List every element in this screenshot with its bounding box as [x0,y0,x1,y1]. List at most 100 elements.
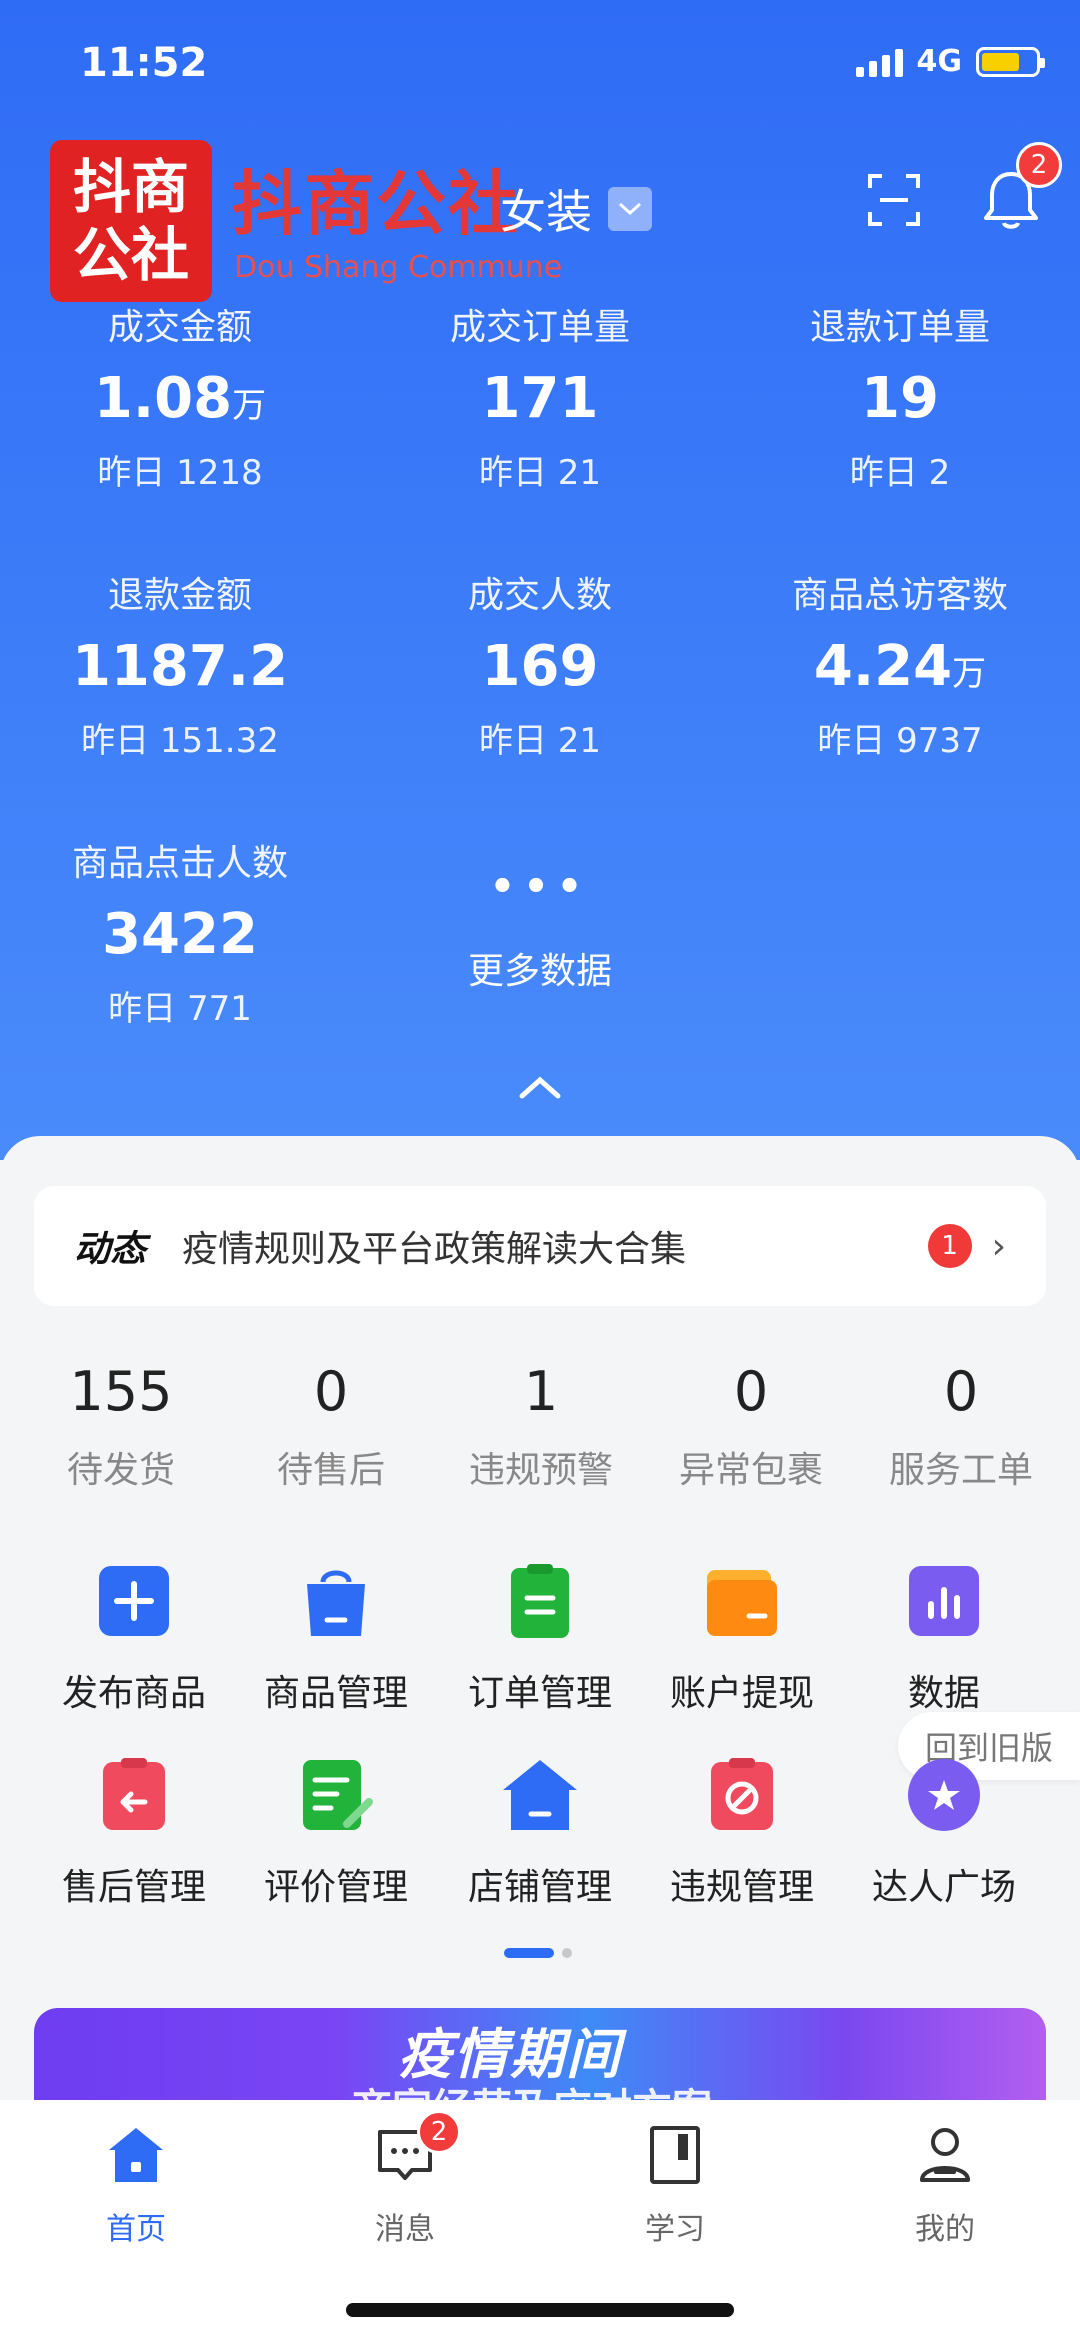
tool-label: 售后管理 [61,1867,206,1908]
stat-yesterday: 昨日 771 [108,989,252,1029]
signal-icon [855,47,903,77]
todo-label: 待发货 [66,1450,175,1491]
plus-icon [99,1566,169,1636]
stat-yesterday: 昨日 9737 [817,721,983,761]
store-icon [503,1760,577,1830]
more-icon: ••• [489,864,591,910]
stat-label: 退款金额 [107,575,252,616]
stat-label: 退款订单量 [809,307,990,348]
todo-pending-aftersale[interactable]: 0 待售后 [226,1360,436,1493]
tool-label: 账户提现 [669,1673,814,1714]
stat-value: 19 [861,366,939,431]
news-tag: 动态 [74,1229,147,1270]
stat-value: 169 [481,634,599,699]
chevron-right-icon: › [991,1225,1006,1267]
battery-icon [976,46,1045,77]
tab-label: 学习 [645,2212,705,2247]
todo-label: 违规预警 [468,1450,613,1491]
stat-clicks[interactable]: 商品点击人数 3422 昨日 771 [0,834,360,1030]
stat-value: 3422 [102,902,258,967]
wallet-icon [707,1570,777,1636]
tool-label: 评价管理 [263,1867,408,1908]
chevron-up-icon[interactable] [516,1072,564,1102]
tool-order-manage[interactable]: 订单管理 [432,1562,648,1716]
tab-profile[interactable]: 我的 [845,2124,1045,2248]
news-bar[interactable]: 动态 疫情规则及平台政策解读大合集 1 › [34,1186,1046,1306]
stat-yesterday: 昨日 1218 [97,453,263,493]
stat-yesterday: 昨日 21 [478,721,602,761]
profile-icon [920,2128,970,2182]
stat-label: 商品点击人数 [71,843,288,884]
stat-value: 4.24万 [813,634,987,699]
todo-service-ticket[interactable]: 0 服务工单 [856,1360,1066,1493]
tool-publish-product[interactable]: 发布商品 [26,1562,242,1716]
stat-visitors[interactable]: 商品总访客数 4.24万 昨日 9737 [720,566,1080,762]
tool-label: 商品管理 [263,1673,408,1714]
scan-icon[interactable] [866,172,922,228]
more-data-button[interactable]: ••• 更多数据 [360,864,720,994]
store-name: 女装 [500,185,592,239]
tab-label: 我的 [915,2212,975,2247]
tool-label: 达人广场 [871,1867,1016,1908]
watermark-logo: 抖商 公社 [50,140,212,302]
watermark-logo-line2: 公社 [72,221,189,289]
tool-influencer-square[interactable]: 达人广场 [836,1756,1052,1910]
page-dot [562,1948,572,1958]
tool-product-manage[interactable]: 商品管理 [228,1562,444,1716]
review-icon [303,1760,373,1830]
tool-label: 订单管理 [467,1673,612,1714]
tool-data[interactable]: 数据 [836,1562,1052,1716]
tool-label: 数据 [907,1673,980,1714]
status-indicators: 4G [855,44,1045,79]
watermark-brand-en: Dou Shang Commune [234,250,563,285]
stat-refund-amount[interactable]: 退款金额 1187.2 昨日 151.32 [0,566,360,762]
store-selector[interactable]: 女装 [500,176,652,242]
stat-yesterday: 昨日 2 [849,453,951,493]
stat-orders[interactable]: 成交订单量 171 昨日 21 [360,298,720,494]
tool-label: 违规管理 [669,1867,814,1908]
news-text: 疫情规则及平台政策解读大合集 [182,1229,687,1270]
tool-label: 发布商品 [61,1673,206,1714]
todo-violation-warning[interactable]: 1 违规预警 [436,1360,646,1493]
page-dot-active [504,1948,554,1958]
clipboard-icon [511,1564,569,1638]
todo-label: 服务工单 [888,1450,1033,1491]
home-indicator [346,2303,734,2317]
watermark-logo-line1: 抖商 [72,153,189,221]
star-icon [908,1759,980,1831]
news-badge: 1 [927,1224,972,1268]
stat-refund-orders[interactable]: 退款订单量 19 昨日 2 [720,298,1080,494]
stat-label: 成交订单量 [449,307,630,348]
stat-label: 成交金额 [107,307,252,348]
stat-value: 1187.2 [71,634,289,699]
stat-yesterday: 昨日 151.32 [81,721,279,761]
stat-value: 171 [481,366,599,431]
home-icon [109,2128,163,2182]
return-icon [103,1758,165,1830]
stat-yesterday: 昨日 21 [478,453,602,493]
tool-violation-manage[interactable]: 违规管理 [634,1756,850,1910]
tool-label: 店铺管理 [467,1867,612,1908]
tool-review-manage[interactable]: 评价管理 [228,1756,444,1910]
tab-label: 消息 [375,2212,435,2247]
bar-chart-icon [909,1566,979,1636]
tab-messages[interactable]: 2 消息 [305,2110,505,2248]
tab-home[interactable]: 首页 [36,2124,236,2248]
tab-label: 首页 [106,2212,166,2247]
stat-value: 1.08万 [93,366,267,431]
todo-abnormal-package[interactable]: 0 异常包裹 [646,1360,856,1493]
tab-learn[interactable]: 学习 [575,2124,775,2248]
stat-label: 成交人数 [467,575,612,616]
page-indicator [504,1948,572,1958]
todo-count: 0 [943,1360,979,1423]
status-time: 11:52 [80,40,208,86]
todo-pending-shipment[interactable]: 155 待发货 [16,1360,226,1493]
todo-count: 1 [523,1360,559,1423]
tool-store-manage[interactable]: 店铺管理 [432,1756,648,1910]
tool-aftersale-manage[interactable]: 售后管理 [26,1756,242,1910]
stat-gmv[interactable]: 成交金额 1.08万 昨日 1218 [0,298,360,494]
notification-badge: 2 [1016,142,1062,188]
todo-label: 待售后 [276,1450,385,1491]
tool-withdraw[interactable]: 账户提现 [634,1562,850,1716]
stat-buyers[interactable]: 成交人数 169 昨日 21 [360,566,720,762]
